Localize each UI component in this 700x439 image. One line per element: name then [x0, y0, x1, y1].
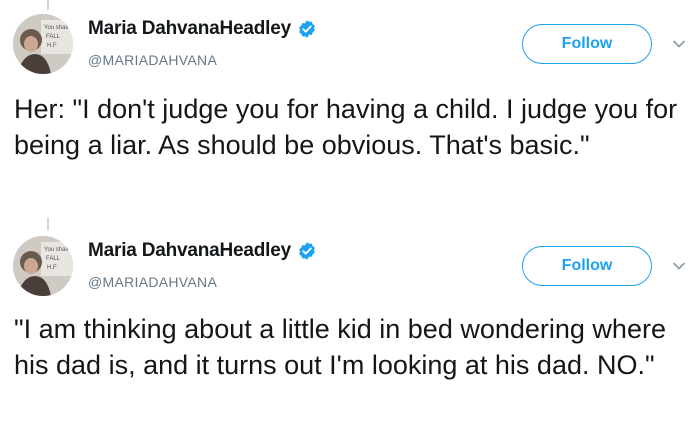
follow-button[interactable]: Follow — [522, 246, 652, 286]
verified-badge-icon — [297, 19, 317, 39]
author-name[interactable]: Maria DahvanaHeadley — [88, 240, 291, 262]
author-name[interactable]: Maria DahvanaHeadley — [88, 18, 291, 40]
tweet-text: "I am thinking about a little kid in bed… — [14, 314, 666, 380]
svg-text:H.F: H.F — [47, 43, 57, 49]
tweet: You shall FALL H.F Maria DahvanaHeadley … — [0, 0, 700, 215]
chevron-down-icon[interactable] — [672, 259, 686, 273]
avatar[interactable]: You shall FALL H.F — [13, 14, 73, 74]
svg-text:You shall: You shall — [44, 25, 68, 31]
verified-badge-icon — [297, 241, 317, 261]
chevron-down-icon[interactable] — [672, 37, 686, 51]
svg-text:H.F: H.F — [47, 265, 57, 271]
author-handle[interactable]: @MARIADAHVANA — [88, 52, 217, 68]
author-handle[interactable]: @MARIADAHVANA — [88, 274, 217, 290]
author-row: Maria DahvanaHeadley — [88, 18, 317, 40]
tweet-text: Her: "I don't judge you for having a chi… — [14, 94, 678, 160]
svg-text:FALL: FALL — [46, 34, 61, 40]
svg-text:You shall: You shall — [44, 247, 68, 253]
author-row: Maria DahvanaHeadley — [88, 240, 317, 262]
avatar[interactable]: You shall FALL H.F — [13, 236, 73, 296]
follow-button[interactable]: Follow — [522, 24, 652, 64]
svg-text:FALL: FALL — [46, 256, 61, 262]
tweet: You shall FALL H.F Maria DahvanaHeadley … — [0, 222, 700, 439]
